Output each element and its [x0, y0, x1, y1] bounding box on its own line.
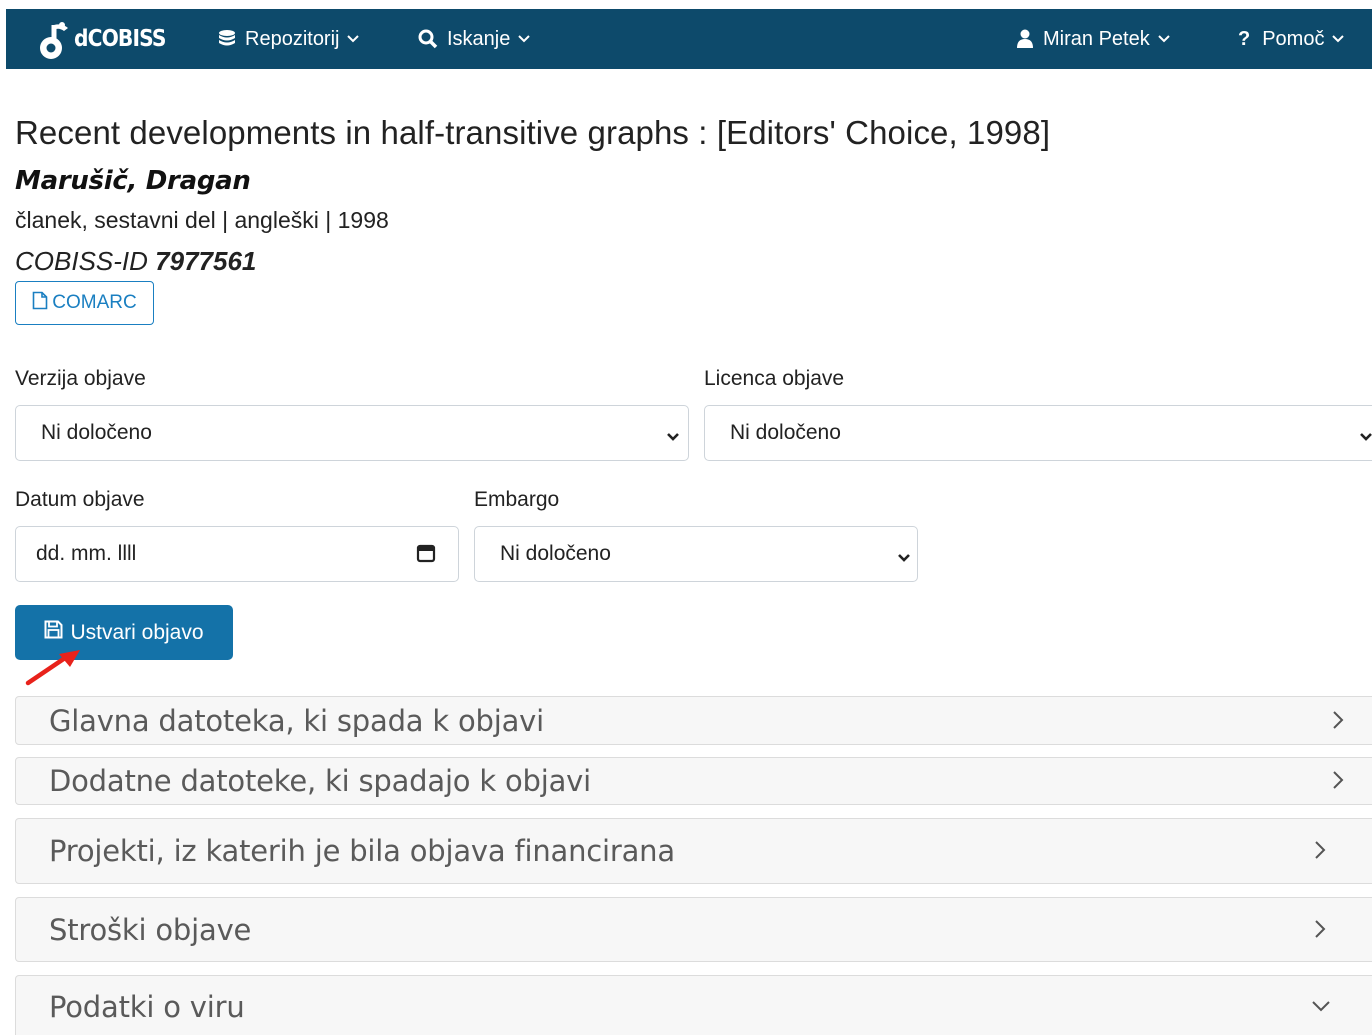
save-icon [44, 620, 70, 645]
nav-repository-label: Repozitorij [245, 27, 340, 50]
date-input[interactable]: dd. mm. llll [15, 526, 459, 582]
brand-name: dCOBISS [74, 26, 166, 52]
chevron-right-icon [1314, 919, 1326, 944]
chevron-down-icon [1311, 999, 1331, 1017]
comarc-button-label: COMARC [52, 292, 137, 313]
chevron-down-icon [518, 35, 531, 43]
section-main-file[interactable]: Glavna datoteka, ki spada k objavi [15, 696, 1372, 745]
user-icon [1016, 29, 1034, 49]
section-additional-files[interactable]: Dodatne datoteke, ki spadajo k objavi [15, 757, 1372, 805]
file-icon [32, 291, 52, 316]
chevron-down-icon [1332, 35, 1345, 43]
question-icon: ? [1238, 27, 1251, 50]
calendar-icon[interactable] [416, 543, 436, 569]
license-label: Licenca objave [704, 367, 845, 390]
nav-search[interactable]: Iskanje [418, 9, 531, 69]
section-source-data-title: Podatki o viru [49, 989, 245, 1024]
comarc-button[interactable]: COMARC [15, 281, 154, 325]
nav-repository[interactable]: Repozitorij [218, 9, 360, 69]
section-costs-title: Stroški objave [49, 912, 252, 947]
nav-user[interactable]: Miran Petek [1016, 9, 1170, 69]
date-label: Datum objave [15, 488, 145, 511]
chevron-down-icon [666, 424, 680, 448]
embargo-select-value: Ni določeno [500, 542, 611, 565]
embargo-label: Embargo [474, 488, 560, 511]
record-meta: članek, sestavni del | angleški | 1998 [15, 207, 389, 233]
version-select[interactable]: Ni določeno [15, 405, 689, 461]
brand[interactable]: dCOBISS [34, 19, 178, 59]
nav-help-label: Pomoč [1262, 27, 1325, 50]
search-icon [418, 29, 438, 49]
section-projects-title: Projekti, iz katerih je bila objava fina… [49, 834, 675, 868]
nav-help[interactable]: ? Pomoč [1238, 9, 1345, 69]
section-costs[interactable]: Stroški objave [15, 897, 1372, 962]
section-source-data[interactable]: Podatki o viru [15, 975, 1372, 1035]
red-arrow-icon [25, 650, 85, 691]
chevron-down-icon [1158, 35, 1170, 43]
dcobiss-logo-icon [34, 19, 72, 59]
chevron-down-icon [1359, 424, 1372, 448]
section-additional-files-title: Dodatne datoteke, ki spadajo k objavi [49, 764, 591, 798]
nav-search-label: Iskanje [447, 27, 511, 50]
cobiss-id-label: COBISS-ID [15, 246, 148, 276]
chevron-right-icon [1314, 840, 1326, 865]
database-icon [218, 29, 236, 49]
cobiss-id-value: 7977561 [155, 246, 257, 276]
version-label: Verzija objave [15, 367, 146, 390]
date-input-placeholder: dd. mm. llll [36, 542, 137, 565]
license-select[interactable]: Ni določeno [704, 405, 1372, 461]
embargo-select[interactable]: Ni določeno [474, 526, 918, 582]
nav-user-label: Miran Petek [1043, 27, 1150, 50]
version-select-value: Ni določeno [41, 421, 152, 444]
top-navbar: dCOBISS Repozitorij Iskanje Miran Petek … [6, 9, 1372, 69]
page-title: Recent developments in half-transitive g… [15, 114, 1051, 151]
chevron-down-icon [897, 545, 911, 569]
section-main-file-title: Glavna datoteka, ki spada k objavi [49, 703, 544, 738]
chevron-right-icon [1332, 710, 1344, 735]
create-publication-label: Ustvari objavo [70, 620, 204, 644]
chevron-down-icon [347, 35, 360, 43]
chevron-right-icon [1332, 770, 1344, 795]
cobiss-id: COBISS-ID 7977561 [15, 246, 256, 277]
section-projects[interactable]: Projekti, iz katerih je bila objava fina… [15, 818, 1372, 884]
author-name: Marušič, Dragan [15, 166, 251, 196]
license-select-value: Ni določeno [730, 421, 841, 444]
